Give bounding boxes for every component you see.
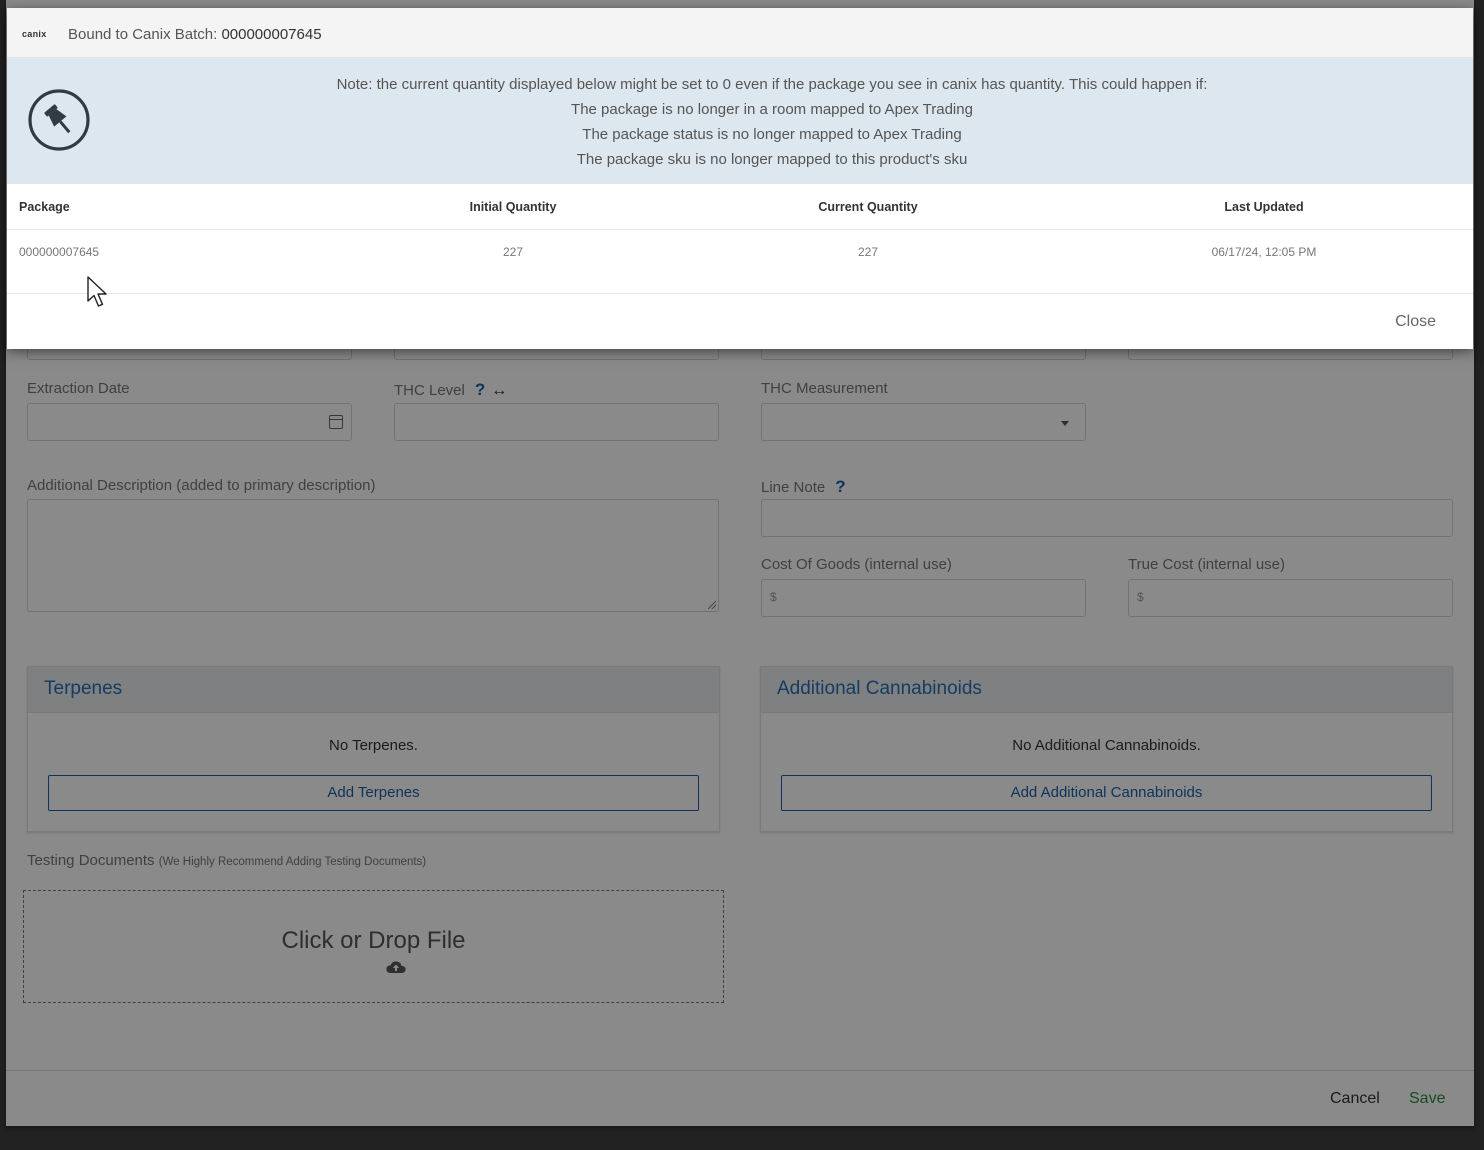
modal-header: canix Bound to Canix Batch: 000000007645 — [7, 8, 1473, 58]
column-header-last-updated: Last Updated — [1224, 200, 1304, 214]
notice-text: Note: the current quantity displayed bel… — [167, 72, 1377, 172]
notice-line: The package sku is no longer mapped to t… — [576, 151, 968, 168]
table-row: 000000007645 227 227 06/17/24, 12:05 PM — [7, 230, 1473, 294]
column-header-current-quantity: Current Quantity — [818, 200, 918, 214]
column-header-package: Package — [19, 200, 70, 214]
cell-current-quantity: 227 — [857, 245, 879, 259]
cell-last-updated: 06/17/24, 12:05 PM — [1211, 245, 1317, 259]
modal-title-prefix: Bound to Canix Batch: — [68, 26, 218, 43]
notice-line: The package status is no longer mapped t… — [582, 126, 962, 143]
notice-banner: Note: the current quantity displayed bel… — [7, 58, 1473, 184]
canix-logo: canix — [22, 29, 47, 39]
canix-batch-modal: canix Bound to Canix Batch: 000000007645… — [7, 8, 1473, 349]
batch-number: 000000007645 — [221, 26, 322, 43]
close-button[interactable]: Close — [1395, 313, 1436, 331]
pin-icon — [28, 89, 90, 151]
table-header-row: Package Initial Quantity Current Quantit… — [7, 184, 1473, 230]
column-header-initial-quantity: Initial Quantity — [469, 200, 557, 214]
notice-line: The package is no longer in a room mappe… — [571, 101, 973, 118]
notice-line: Note: the current quantity displayed bel… — [336, 76, 1208, 93]
modal-title: Bound to Canix Batch: 000000007645 — [68, 26, 322, 43]
cell-initial-quantity: 227 — [502, 245, 524, 259]
mouse-cursor-icon — [87, 276, 107, 307]
cell-package: 000000007645 — [19, 245, 100, 259]
